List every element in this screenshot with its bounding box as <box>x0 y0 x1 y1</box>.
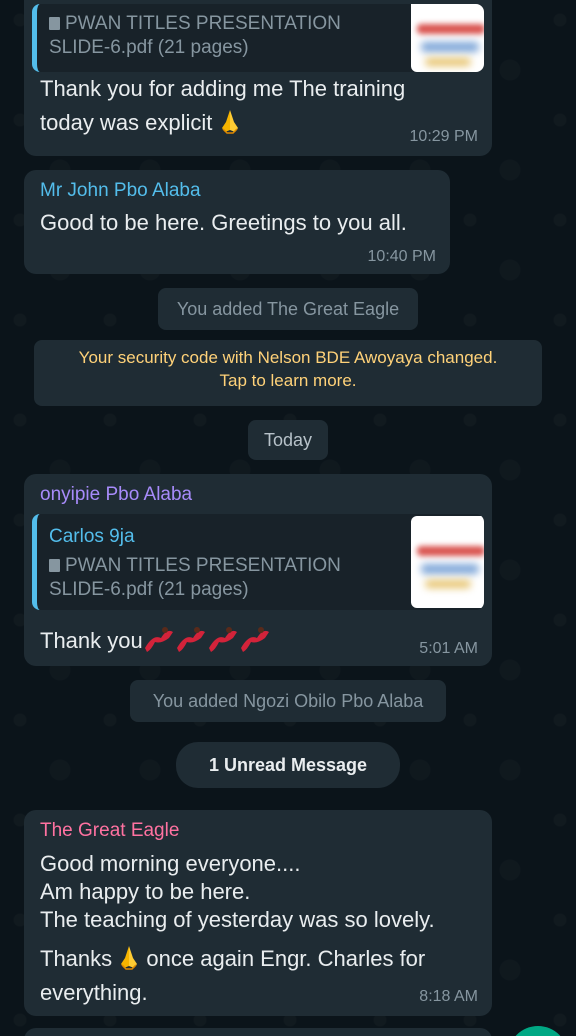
message-bubble-5[interactable] <box>24 1028 492 1036</box>
quote-doc-name-line1: PWAN TITLES PRESENTATION <box>65 555 341 576</box>
dancer-icon <box>240 627 269 652</box>
sender-name[interactable]: The Great Eagle <box>40 820 179 842</box>
message-bubble-3[interactable]: onyipie Pbo Alaba Carlos 9ja PWAN TITLES… <box>24 474 492 666</box>
document-icon <box>49 17 60 30</box>
security-notice-line2: Tap to learn more. <box>219 371 357 390</box>
folded-hands-icon <box>221 110 238 134</box>
document-thumbnail <box>411 4 484 72</box>
quote-sender-name: Carlos 9ja <box>49 526 135 547</box>
message-text-line3: The teaching of yesterday was so lovely. <box>40 907 435 932</box>
message-text-line2: today was explicit <box>40 110 213 135</box>
message-time: 5:01 AM <box>419 640 478 657</box>
unread-messages-divider: 1 Unread Message <box>176 742 400 788</box>
folded-hands-icon <box>121 946 138 970</box>
message-bubble-2[interactable]: Mr John Pbo Alaba Good to be here. Greet… <box>24 170 450 274</box>
security-code-notice[interactable]: Your security code with Nelson BDE Awoya… <box>34 340 542 406</box>
quoted-document[interactable]: Carlos 9ja PWAN TITLES PRESENTATION SLID… <box>32 514 484 610</box>
message-time: 8:18 AM <box>419 988 478 1005</box>
message-bubble-1[interactable]: PWAN TITLES PRESENTATION SLIDE-6.pdf (21… <box>24 0 492 156</box>
system-message-added: You added Ngozi Obilo Pbo Alaba <box>130 680 446 722</box>
message-text-line4b: once again Engr. Charles for <box>146 946 426 971</box>
dancer-icon <box>176 627 205 652</box>
quoted-document[interactable]: PWAN TITLES PRESENTATION SLIDE-6.pdf (21… <box>32 4 484 72</box>
message-text: Good to be here. Greetings to you all. <box>40 210 407 235</box>
message-text-line2: Am happy to be here. <box>40 879 251 904</box>
message-text-line1: Good morning everyone.... <box>40 851 301 876</box>
security-notice-line1: Your security code with Nelson BDE Awoya… <box>78 348 498 367</box>
document-icon <box>49 559 60 572</box>
message-text-line1: Thank you for adding me The training <box>40 76 406 101</box>
message-text: Thank you <box>40 628 143 653</box>
sender-name[interactable]: onyipie Pbo Alaba <box>40 484 192 506</box>
quote-doc-name-line2: SLIDE-6.pdf (21 pages) <box>49 37 249 58</box>
quote-doc-name-line1: PWAN TITLES PRESENTATION <box>65 13 341 34</box>
sender-name[interactable]: Mr John Pbo Alaba <box>40 180 201 202</box>
message-bubble-4[interactable]: The Great Eagle Good morning everyone...… <box>24 810 492 1016</box>
dancer-icon <box>144 627 173 652</box>
message-time: 10:29 PM <box>409 128 478 145</box>
quote-doc-name-line2: SLIDE-6.pdf (21 pages) <box>49 579 249 600</box>
message-text-line4a: Thanks <box>40 946 113 971</box>
dancer-icon <box>208 627 237 652</box>
system-message-added: You added The Great Eagle <box>158 288 418 330</box>
message-time: 10:40 PM <box>367 248 436 265</box>
date-chip: Today <box>248 420 328 460</box>
document-thumbnail <box>411 516 484 608</box>
